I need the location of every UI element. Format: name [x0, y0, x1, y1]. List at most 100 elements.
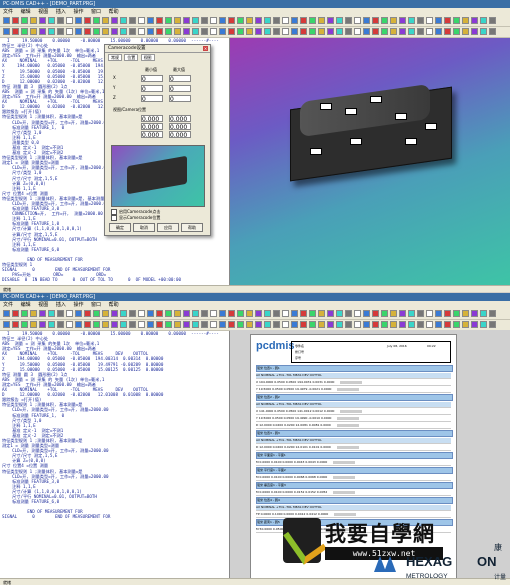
toolbar-button-icon[interactable]	[165, 28, 172, 35]
view-field[interactable]: 0.000	[169, 131, 191, 139]
toolbar-button-icon[interactable]	[399, 17, 406, 24]
toolbar-button-icon[interactable]	[453, 28, 460, 35]
toolbar-button-icon[interactable]	[462, 310, 469, 317]
toolbar-button-icon[interactable]	[93, 310, 100, 317]
toolbar-button-icon[interactable]	[174, 17, 181, 24]
toolbar-button-icon[interactable]	[264, 310, 271, 317]
toolbar-button-icon[interactable]	[219, 28, 226, 35]
toolbar-button-icon[interactable]	[453, 310, 460, 317]
toolbar-button-icon[interactable]	[345, 17, 352, 24]
toolbar-button-icon[interactable]	[435, 17, 442, 24]
toolbar-button-icon[interactable]	[480, 321, 487, 328]
cancel-button[interactable]: 取消	[133, 223, 155, 232]
toolbar-button-icon[interactable]	[129, 28, 136, 35]
toolbar-button-icon[interactable]	[435, 310, 442, 317]
toolbar-button-icon[interactable]	[57, 321, 64, 328]
feature-label[interactable]	[310, 148, 322, 155]
toolbar-button-icon[interactable]	[273, 310, 280, 317]
toolbar-button-icon[interactable]	[129, 321, 136, 328]
toolbar-button-icon[interactable]	[39, 310, 46, 317]
menu-file[interactable]: 文件	[3, 9, 13, 15]
toolbar-button-icon[interactable]	[165, 310, 172, 317]
feature-label[interactable]	[320, 103, 332, 110]
toolbar-button-icon[interactable]	[417, 321, 424, 328]
toolbar-button-icon[interactable]	[75, 321, 82, 328]
toolbar-button-icon[interactable]	[219, 321, 226, 328]
toolbar-button-icon[interactable]	[39, 321, 46, 328]
toolbar-button-icon[interactable]	[120, 28, 127, 35]
toolbar-button-icon[interactable]	[183, 310, 190, 317]
toolbar-button-icon[interactable]	[462, 321, 469, 328]
feature-label[interactable]	[395, 113, 407, 120]
toolbar-button-icon[interactable]	[327, 310, 334, 317]
tab-view[interactable]: 视图	[140, 54, 155, 61]
toolbar-button-icon[interactable]	[336, 28, 343, 35]
toolbar-button-icon[interactable]	[390, 321, 397, 328]
x-min-field[interactable]: 0	[141, 75, 163, 83]
toolbar-button-icon[interactable]	[138, 321, 145, 328]
ok-button[interactable]: 确定	[109, 223, 131, 232]
checkbox-show-camera[interactable]: 显示Cameracode位置	[111, 215, 160, 221]
toolbar-button-icon[interactable]	[336, 17, 343, 24]
toolbar-button-icon[interactable]	[48, 17, 55, 24]
toolbar-button-icon[interactable]	[75, 17, 82, 24]
toolbar-button-icon[interactable]	[354, 17, 361, 24]
toolbar-button-icon[interactable]	[183, 17, 190, 24]
view-field[interactable]: 0.000	[141, 115, 163, 123]
menu-window[interactable]: 窗口	[91, 302, 101, 308]
menu-window[interactable]: 窗口	[91, 9, 101, 15]
toolbar-button-icon[interactable]	[12, 310, 19, 317]
toolbar-button-icon[interactable]	[75, 28, 82, 35]
toolbar-button-icon[interactable]	[363, 17, 370, 24]
toolbar-button-icon[interactable]	[39, 28, 46, 35]
menu-file[interactable]: 文件	[3, 302, 13, 308]
toolbar-button-icon[interactable]	[30, 17, 37, 24]
toolbar-button-icon[interactable]	[417, 28, 424, 35]
toolbar-button-icon[interactable]	[48, 28, 55, 35]
toolbar-button-icon[interactable]	[156, 17, 163, 24]
z-max-field[interactable]: 0	[169, 95, 191, 103]
toolbar-button-icon[interactable]	[417, 310, 424, 317]
menu-insert[interactable]: 插入	[56, 9, 66, 15]
toolbar-button-icon[interactable]	[381, 310, 388, 317]
toolbar-button-icon[interactable]	[192, 310, 199, 317]
toolbar-button-icon[interactable]	[57, 28, 64, 35]
toolbar-button-icon[interactable]	[120, 321, 127, 328]
toolbar-button-icon[interactable]	[174, 310, 181, 317]
toolbar-button-icon[interactable]	[66, 310, 73, 317]
toolbar-button-icon[interactable]	[381, 17, 388, 24]
toolbar-button-icon[interactable]	[102, 28, 109, 35]
toolbar-button-icon[interactable]	[282, 310, 289, 317]
toolbar-button-icon[interactable]	[255, 17, 262, 24]
toolbar-button-icon[interactable]	[471, 321, 478, 328]
toolbar-button-icon[interactable]	[201, 28, 208, 35]
toolbar-button-icon[interactable]	[237, 310, 244, 317]
toolbar-button-icon[interactable]	[381, 321, 388, 328]
toolbar-button-icon[interactable]	[309, 28, 316, 35]
feature-label[interactable]	[405, 138, 417, 145]
toolbar-button-icon[interactable]	[210, 321, 217, 328]
feature-label[interactable]	[425, 123, 437, 130]
toolbar-button-icon[interactable]	[309, 310, 316, 317]
toolbar-button-icon[interactable]	[84, 28, 91, 35]
toolbar-button-icon[interactable]	[12, 28, 19, 35]
toolbar-button-icon[interactable]	[291, 17, 298, 24]
toolbar-button-icon[interactable]	[138, 17, 145, 24]
toolbar-button-icon[interactable]	[354, 310, 361, 317]
toolbar-button-icon[interactable]	[48, 310, 55, 317]
toolbar-button-icon[interactable]	[246, 17, 253, 24]
toolbar-button-icon[interactable]	[273, 321, 280, 328]
toolbar-button-icon[interactable]	[444, 310, 451, 317]
toolbar-button-icon[interactable]	[300, 321, 307, 328]
toolbar-button-icon[interactable]	[228, 17, 235, 24]
toolbar-button-icon[interactable]	[453, 321, 460, 328]
toolbar-button-icon[interactable]	[291, 28, 298, 35]
toolbar-button-icon[interactable]	[327, 17, 334, 24]
toolbar-button-icon[interactable]	[264, 321, 271, 328]
toolbar-button-icon[interactable]	[462, 28, 469, 35]
toolbar-button-icon[interactable]	[489, 321, 496, 328]
toolbar-button-icon[interactable]	[282, 28, 289, 35]
toolbar-button-icon[interactable]	[12, 321, 19, 328]
toolbar-button-icon[interactable]	[390, 28, 397, 35]
menu-view[interactable]: 视图	[38, 302, 48, 308]
